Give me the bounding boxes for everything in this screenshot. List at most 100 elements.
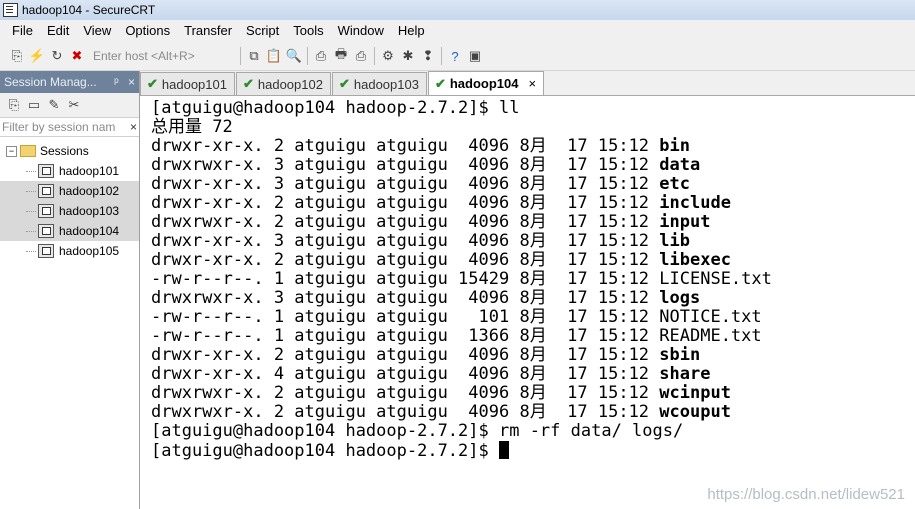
session-icon — [38, 224, 54, 238]
tree-root-sessions[interactable]: − Sessions — [0, 141, 139, 161]
terminal-line-text: drwxr-xr-x. 2 atguigu atguigu 4096 8月 17… — [151, 345, 660, 365]
terminal-line: drwxrwxr-x. 3 atguigu atguigu 4096 8月 17… — [140, 156, 915, 175]
terminal-line-text: drwxr-xr-x. 2 atguigu atguigu 4096 8月 17… — [151, 136, 660, 156]
quick-connect-icon[interactable]: ⚡ — [28, 47, 46, 65]
terminal-line: drwxrwxr-x. 2 atguigu atguigu 4096 8月 17… — [140, 384, 915, 403]
menu-file[interactable]: File — [0, 20, 40, 42]
terminal-line: drwxr-xr-x. 3 atguigu atguigu 4096 8月 17… — [140, 175, 915, 194]
copy-icon[interactable]: ⧉ — [245, 47, 263, 65]
session-manager-title: Session Manag... — [4, 75, 97, 89]
folder-icon — [20, 145, 36, 157]
terminal-line-text: -rw-r--r--. 1 atguigu atguigu 15429 8月 1… — [151, 269, 660, 289]
file-name: include — [659, 193, 731, 213]
watermark: https://blog.csdn.net/lidew521 — [707, 486, 905, 503]
help-icon[interactable]: ? — [446, 47, 464, 65]
session-label: hadoop101 — [59, 164, 120, 178]
file-name: lib — [659, 231, 690, 251]
session-options-icon[interactable]: ⚙ — [379, 47, 397, 65]
reconnect-icon[interactable]: ↻ — [48, 47, 66, 65]
terminal-line: [atguigu@hadoop104 hadoop-2.7.2]$ ll — [140, 99, 915, 118]
menu-options[interactable]: Options — [118, 20, 177, 42]
toolbar: ⎘ ⚡ ↻ ✖ Enter host <Alt+R> ⧉ 📋 🔍 ⎙ 🖶 ⎙ ⚙… — [0, 42, 915, 71]
new-session-icon[interactable]: ▭ — [25, 96, 43, 114]
paste-icon[interactable]: 📋 — [265, 47, 283, 65]
file-name: share — [659, 364, 711, 384]
session-item-hadoop103[interactable]: hadoop103 — [0, 201, 139, 221]
file-name: libexec — [659, 250, 731, 270]
file-name: bin — [659, 136, 690, 156]
menu-view[interactable]: View — [76, 20, 118, 42]
cut-icon[interactable]: ✂ — [65, 96, 83, 114]
file-name: input — [659, 212, 711, 232]
terminal-line: -rw-r--r--. 1 atguigu atguigu 15429 8月 1… — [140, 270, 915, 289]
disconnect-icon[interactable]: ✖ — [68, 47, 86, 65]
terminal-line: drwxrwxr-x. 3 atguigu atguigu 4096 8月 17… — [140, 289, 915, 308]
terminal-line: [atguigu@hadoop104 hadoop-2.7.2]$ — [140, 441, 915, 461]
connect-session-icon[interactable]: ⎘ — [5, 96, 23, 114]
terminal-line: 总用量 72 — [140, 118, 915, 137]
tab-hadoop103[interactable]: ✔ hadoop103 — [331, 72, 427, 95]
terminal-line-text: [atguigu@hadoop104 hadoop-2.7.2]$ — [151, 441, 499, 461]
menu-window[interactable]: Window — [331, 20, 391, 42]
print-setup-icon[interactable]: ⎙ — [312, 47, 330, 65]
menu-bar: File Edit View Options Transfer Script T… — [0, 20, 915, 42]
terminal-line-text: drwxrwxr-x. 2 atguigu atguigu 4096 8月 17… — [151, 383, 660, 403]
properties-icon[interactable]: ✎ — [45, 96, 63, 114]
tab-label: hadoop102 — [257, 76, 323, 92]
terminal-line-text: drwxr-xr-x. 3 atguigu atguigu 4096 8月 17… — [151, 231, 660, 251]
filter-field[interactable]: Filter by session nam × — [0, 118, 139, 137]
terminal-line-text: drwxrwxr-x. 2 atguigu atguigu 4096 8月 17… — [151, 212, 660, 232]
session-item-hadoop105[interactable]: hadoop105 — [0, 241, 139, 261]
print-selection-icon[interactable]: ⎙ — [352, 47, 370, 65]
connect-icon[interactable]: ⎘ — [8, 47, 26, 65]
terminal-line-text: [atguigu@hadoop104 hadoop-2.7.2]$ rm -rf… — [151, 421, 684, 441]
connected-check-icon: ✔ — [434, 75, 446, 91]
menu-edit[interactable]: Edit — [40, 20, 76, 42]
session-item-hadoop101[interactable]: hadoop101 — [0, 161, 139, 181]
terminal-line: drwxrwxr-x. 2 atguigu atguigu 4096 8月 17… — [140, 403, 915, 422]
collapse-icon[interactable]: − — [6, 145, 17, 157]
sftp-icon[interactable]: ▣ — [466, 47, 484, 65]
find-icon[interactable]: 🔍 — [285, 47, 303, 65]
terminal-line-text: drwxrwxr-x. 2 atguigu atguigu 4096 8月 17… — [151, 402, 660, 422]
session-item-hadoop102[interactable]: hadoop102 — [0, 181, 139, 201]
print-icon[interactable]: 🖶 — [332, 46, 350, 65]
terminal-cursor — [499, 441, 509, 459]
menu-help[interactable]: Help — [391, 20, 432, 42]
session-item-hadoop104[interactable]: hadoop104 — [0, 221, 139, 241]
tree-root-label: Sessions — [40, 144, 89, 158]
connected-check-icon: ✔ — [338, 76, 350, 91]
session-manager: Session Manag... ᵖ × ⎘ ▭ ✎ ✂ Filter by s… — [0, 71, 140, 509]
clear-filter-icon[interactable]: × — [130, 120, 137, 134]
tab-hadoop104[interactable]: ✔ hadoop104 × — [427, 71, 545, 95]
file-name: wcinput — [659, 383, 731, 403]
tab-close-icon[interactable]: × — [528, 76, 536, 91]
keymap-icon[interactable]: ❢ — [419, 47, 437, 65]
file-name: wcouput — [659, 402, 731, 422]
terminal-line: -rw-r--r--. 1 atguigu atguigu 101 8月 17 … — [140, 308, 915, 327]
session-label: hadoop103 — [59, 204, 120, 218]
menu-transfer[interactable]: Transfer — [177, 20, 239, 42]
toolbar-separator — [441, 47, 442, 65]
filter-placeholder: Filter by session nam — [2, 120, 116, 134]
file-name: README.txt — [659, 326, 762, 346]
pin-icon[interactable]: ᵖ — [114, 75, 119, 89]
host-input[interactable]: Enter host <Alt+R> — [91, 47, 233, 65]
connected-check-icon: ✔ — [242, 76, 254, 91]
session-icon — [38, 184, 54, 198]
menu-tools[interactable]: Tools — [286, 20, 330, 42]
terminal-line-text: drwxrwxr-x. 3 atguigu atguigu 4096 8月 17… — [151, 288, 660, 308]
terminal-line: drwxr-xr-x. 2 atguigu atguigu 4096 8月 17… — [140, 251, 915, 270]
session-label: hadoop104 — [59, 224, 120, 238]
tab-hadoop102[interactable]: ✔ hadoop102 — [235, 72, 331, 95]
terminal-line: drwxr-xr-x. 2 atguigu atguigu 4096 8月 17… — [140, 137, 915, 156]
tab-hadoop101[interactable]: ✔ hadoop101 — [140, 72, 235, 95]
close-icon[interactable]: × — [128, 75, 135, 89]
menu-script[interactable]: Script — [239, 20, 286, 42]
terminal-line: [atguigu@hadoop104 hadoop-2.7.2]$ rm -rf… — [140, 422, 915, 441]
terminal-line-text: drwxr-xr-x. 2 atguigu atguigu 4096 8月 17… — [151, 250, 660, 270]
global-options-icon[interactable]: ✱ — [399, 47, 417, 65]
app-icon — [3, 3, 18, 17]
terminal-output[interactable]: [atguigu@hadoop104 hadoop-2.7.2]$ ll 总用量 … — [140, 96, 915, 509]
file-name: sbin — [659, 345, 701, 365]
